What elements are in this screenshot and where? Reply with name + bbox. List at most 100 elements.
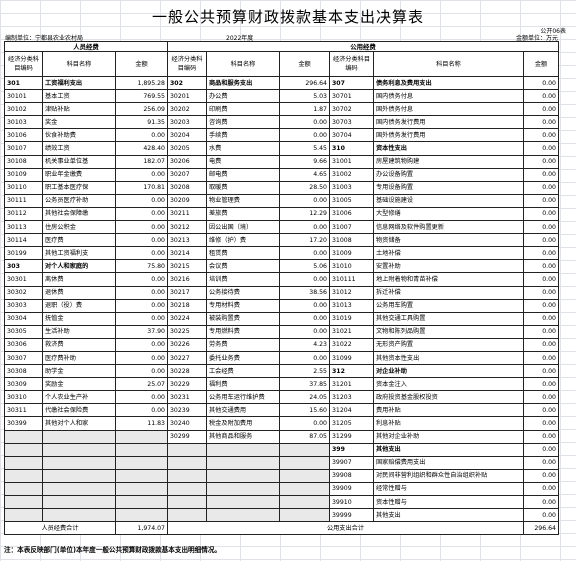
- cell-amount: [279, 468, 330, 483]
- cell-name: 地上附着物和青苗补偿: [373, 272, 524, 287]
- cell-code: [4, 468, 43, 483]
- cell-name: 印刷费: [206, 102, 280, 117]
- cell-name: 公务用车购置: [373, 298, 524, 313]
- cell-code: 30202: [167, 102, 207, 117]
- table-row: 30311 代缴社会保险费 0.00 30239 其他交通费用 15.60 31204 费用补…: [4, 403, 559, 418]
- cell-amount: 0.00: [523, 390, 559, 405]
- cell-code: 303: [4, 259, 43, 274]
- cell-amount: 0.00: [279, 324, 330, 339]
- cell-name: 国内债务发行费用: [373, 115, 524, 130]
- cell-name: [42, 442, 116, 457]
- cell-amount: 0.00: [115, 337, 168, 352]
- cell-name: 信息网络及软件购置更新: [373, 220, 524, 235]
- cell-amount: 28.50: [279, 180, 330, 195]
- table-row: 399 其他支出 0.00: [4, 442, 559, 457]
- cell-code: 30310: [4, 390, 43, 405]
- cell-code: 30106: [4, 128, 43, 143]
- cell-amount: 0.00: [115, 220, 168, 235]
- cell-amount: 0.00: [115, 246, 168, 261]
- table-row: 30310 个人农业生产补 0.00 30231 公务用车运行维护费 24.05 31203…: [4, 390, 559, 405]
- cell-name: 电费: [206, 154, 280, 169]
- cell-amount: 0.00: [279, 298, 330, 313]
- header-amount: 金额: [279, 51, 330, 77]
- cell-amount: 0.00: [523, 220, 559, 235]
- cell-amount: 0.00: [523, 442, 559, 457]
- table-row: 30107 绩效工资 428.40 30205 水费 5.45 310 资本性支出 0.00: [4, 141, 559, 156]
- cell-amount: 0.00: [523, 429, 559, 444]
- table-row: 30102 津贴补贴 256.09 30202 印刷费 1.87 30702 国外债务付息 0.…: [4, 102, 559, 117]
- cell-amount: 0.00: [523, 337, 559, 352]
- cell-amount: 0.00: [523, 141, 559, 156]
- cell-code: 30204: [167, 128, 207, 143]
- section-public: 公用经费: [167, 41, 559, 52]
- table-row: 301 工资福利支出 1,895.28 302 商品和服务支出 296.64 307 债务利息…: [4, 75, 559, 91]
- cell-code: 31099: [329, 350, 374, 366]
- table-row: 30303 退职（役）费 0.00 30218 专用材料费 0.00 31013 公务用车购置…: [4, 298, 559, 313]
- cell-amount: 0.00: [523, 377, 559, 392]
- table-row: 30307 医疗费补助 0.00 30227 委托业务费 0.00 31099 其他资本性支出…: [4, 350, 559, 366]
- cell-name: 退休费: [42, 285, 116, 300]
- cell-name: 劳务费: [206, 337, 280, 352]
- cell-name: 职业年金缴费: [42, 167, 116, 182]
- header-name: 科目名称: [42, 51, 116, 77]
- cell-code: 30215: [167, 259, 207, 274]
- cell-name: 水费: [206, 141, 280, 156]
- cell-code: 30399: [4, 416, 43, 431]
- cell-name: 抚恤金: [42, 311, 116, 326]
- cell-amount: [279, 455, 330, 470]
- cell-name: 工会经费: [206, 364, 280, 379]
- cell-amount: 87.05: [279, 429, 330, 444]
- cell-name: 工资福利支出: [42, 75, 116, 91]
- personnel-total-label: 人员经费合计: [4, 521, 116, 536]
- cell-code: [4, 442, 43, 457]
- cell-amount: 0.00: [523, 128, 559, 143]
- cell-amount: [279, 442, 330, 457]
- cell-code: 30207: [167, 167, 207, 182]
- cell-amount: 0.00: [115, 403, 168, 418]
- cell-code: 31002: [329, 167, 374, 182]
- cell-code: 31009: [329, 246, 374, 261]
- cell-amount: 0.00: [115, 364, 168, 379]
- table-row: 30308 助学金 0.00 30228 工会经费 2.55 312 对企业补助 0.00: [4, 364, 559, 379]
- cell-amount: 38.56: [279, 285, 330, 300]
- cell-amount: 0.00: [523, 246, 559, 261]
- cell-code: 30240: [167, 416, 207, 431]
- cell-name: 医疗费补助: [42, 350, 116, 366]
- cell-name: 职工基本医疗保: [42, 180, 116, 195]
- cell-name: 国内债务付息: [373, 89, 524, 104]
- cell-code: 30208: [167, 180, 207, 195]
- cell-name: 会议费: [206, 259, 280, 274]
- column-header-row: 经济分类科目编码 科目名称 金额 经济分类科目编码 科目名称 金额 经济分类科目…: [4, 51, 559, 77]
- cell-amount: 0.00: [115, 233, 168, 248]
- cell-name: 办公费: [206, 89, 280, 104]
- cell-name: 其他商品和服务: [206, 429, 280, 444]
- cell-name: 其他支出: [373, 508, 524, 523]
- cell-amount: 0.00: [115, 298, 168, 313]
- cell-code: [4, 455, 43, 470]
- cell-name: [206, 494, 280, 510]
- cell-code: 30102: [4, 102, 43, 117]
- cell-code: [167, 455, 207, 470]
- cell-amount: 37.90: [115, 324, 168, 339]
- cell-amount: 0.00: [523, 298, 559, 313]
- cell-code: 30299: [167, 429, 207, 444]
- cell-name: 基本工资: [42, 89, 116, 104]
- cell-name: 资本金注入: [373, 377, 524, 392]
- cell-amount: 9.66: [279, 154, 330, 169]
- cell-amount: 0.00: [523, 350, 559, 366]
- cell-name: 福利费: [206, 377, 280, 392]
- cell-amount: 1,895.28: [115, 75, 168, 91]
- cell-name: 租赁费: [206, 246, 280, 261]
- cell-code: 30231: [167, 390, 207, 405]
- cell-code: 30308: [4, 364, 43, 379]
- cell-name: 费用补贴: [373, 403, 524, 418]
- cell-code: 30206: [167, 154, 207, 169]
- cell-amount: 0.00: [115, 350, 168, 366]
- cell-name: 税金及附加费用: [206, 416, 280, 431]
- table-row: 30113 住房公积金 0.00 30212 因公出国（境） 0.00 31007 信息网络及…: [4, 220, 559, 235]
- table-row: 30112 其他社会保障缴 0.00 30211 差旅费 12.29 31006 大型修缮 0.…: [4, 206, 559, 222]
- cell-amount: 0.00: [523, 403, 559, 418]
- cell-code: 30216: [167, 272, 207, 287]
- cell-code: 31019: [329, 311, 374, 326]
- cell-amount: 0.00: [523, 259, 559, 274]
